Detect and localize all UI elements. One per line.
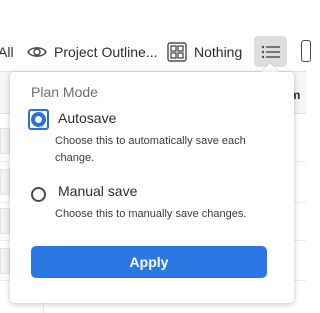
plan-mode-popover: Plan Mode Autosave Choose this to automa… [10,72,294,303]
eye-icon [27,47,47,57]
group-by-button[interactable]: Nothing [167,37,242,67]
view-selector-button[interactable]: Project Outline... [27,37,158,67]
plan-mode-menu-button[interactable] [254,36,287,67]
next-toolbar-button[interactable] [301,40,311,62]
group-by-label: Nothing [194,44,243,60]
group-by-grid-icon [167,42,187,62]
row-handle[interactable] [0,128,10,154]
filter-all-label: All [0,44,14,60]
filter-all-button[interactable]: All [0,37,14,67]
manual-save-label[interactable]: Manual save [58,183,137,199]
autosave-label[interactable]: Autosave [58,110,116,126]
view-selector-label: Project Outline... [54,44,158,60]
manual-save-radio[interactable] [31,187,46,202]
apply-button[interactable]: Apply [31,246,267,278]
toolbar: All Project Outline... Nothing [0,0,311,72]
popover-heading: Plan Mode [31,84,98,100]
row-handle[interactable] [0,248,10,274]
autosave-description: Choose this to automatically save each c… [55,135,246,164]
row-handle[interactable] [0,169,10,195]
row-handle[interactable] [0,208,10,234]
autosave-radio[interactable] [31,112,46,127]
manual-save-description: Choose this to manually save changes. [55,208,247,220]
list-menu-icon [261,45,280,58]
